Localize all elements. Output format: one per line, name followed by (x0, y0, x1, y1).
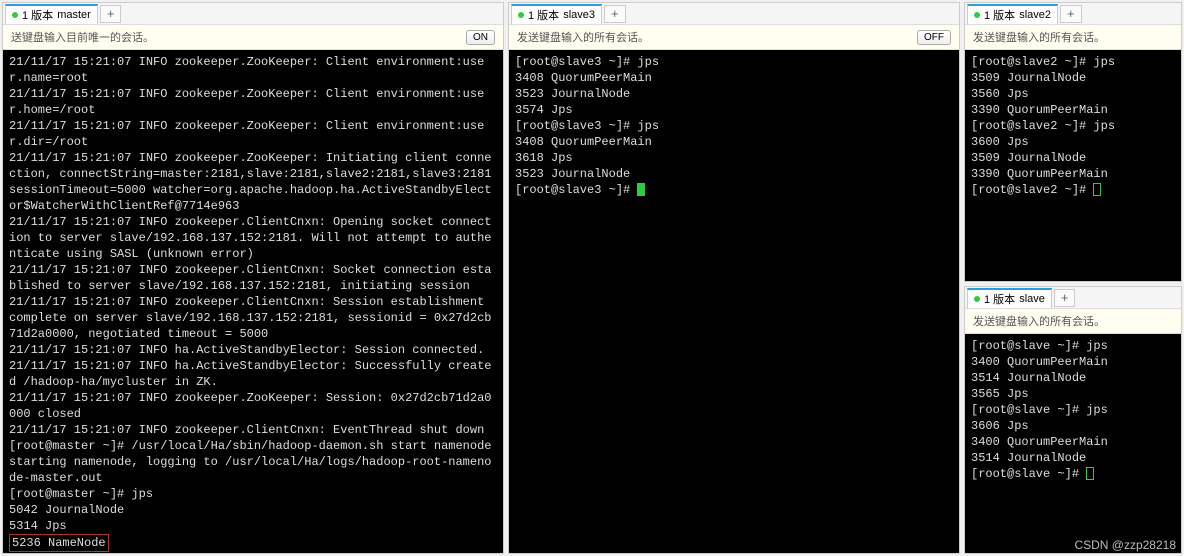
terminal-master[interactable]: 21/11/17 15:21:07 INFO zookeeper.ZooKeep… (3, 50, 503, 553)
terminal-line: 5042 JournalNode (9, 502, 497, 518)
pane-master: 1 版本 master + 送键盘输入目前唯一的会话。 ON 21/11/17 1… (2, 2, 504, 554)
tab-host: slave2 (1019, 9, 1051, 21)
terminal-line: 3514 JournalNode (971, 370, 1175, 386)
terminal-line: 21/11/17 15:21:07 INFO zookeeper.ClientC… (9, 262, 497, 294)
terminal-line: 21/11/17 15:21:07 INFO zookeeper.ClientC… (9, 294, 497, 342)
info-text: 发送键盘输入的所有会话。 (517, 29, 649, 45)
info-bar-slave: 发送键盘输入的所有会话。 (965, 309, 1181, 334)
tab-master[interactable]: 1 版本 master (5, 4, 98, 24)
tab-prefix: 1 版本 (22, 7, 53, 23)
terminal-line: 21/11/17 15:21:07 INFO zookeeper.ClientC… (9, 214, 497, 262)
terminal-line: 21/11/17 15:21:07 INFO zookeeper.ZooKeep… (9, 390, 497, 422)
status-dot-icon (974, 12, 980, 18)
terminal-line: [root@slave2 ~]# jps (971, 54, 1175, 70)
terminal-line: [root@master ~]# /usr/local/Ha/sbin/hado… (9, 438, 497, 454)
terminal-line: 3400 QuorumPeerMain (971, 434, 1175, 450)
terminal-line: 21/11/17 15:21:07 INFO zookeeper.ZooKeep… (9, 86, 497, 118)
terminal-line: 3523 JournalNode (515, 86, 953, 102)
tabbar-slave2: 1 版本 slave2 + (965, 3, 1181, 25)
terminal-line: 3523 JournalNode (515, 166, 953, 182)
pane-slave2: 1 版本 slave2 + 发送键盘输入的所有会话。 [root@slave2 ~… (964, 2, 1182, 282)
toggle-button[interactable]: OFF (917, 30, 951, 45)
terminal-line: 3618 Jps (515, 150, 953, 166)
tab-add-button[interactable]: + (100, 5, 122, 23)
cursor-icon (1093, 183, 1101, 196)
terminal-line: 3400 QuorumPeerMain (971, 354, 1175, 370)
tab-host: slave3 (563, 9, 595, 21)
tab-slave3[interactable]: 1 版本 slave3 (511, 4, 602, 24)
terminal-line: 3509 JournalNode (971, 70, 1175, 86)
cursor-icon (1086, 467, 1094, 480)
terminal-slave3[interactable]: [root@slave3 ~]# jps3408 QuorumPeerMain3… (509, 50, 959, 553)
info-text: 发送键盘输入的所有会话。 (973, 313, 1105, 329)
terminal-line: 21/11/17 15:21:07 INFO zookeeper.ZooKeep… (9, 54, 497, 86)
tab-add-button[interactable]: + (604, 5, 626, 23)
pane-slave3: 1 版本 slave3 + 发送键盘输入的所有会话。 OFF [root@slav… (508, 2, 960, 554)
status-dot-icon (12, 12, 18, 18)
terminal-slave[interactable]: [root@slave ~]# jps3400 QuorumPeerMain35… (965, 334, 1181, 553)
terminal-prompt-line: [root@slave ~]# (971, 466, 1175, 482)
tab-slave2[interactable]: 1 版本 slave2 (967, 4, 1058, 24)
terminal-line: 5314 Jps (9, 518, 497, 534)
tab-add-button[interactable]: + (1054, 289, 1076, 307)
terminal-slave2[interactable]: [root@slave2 ~]# jps3509 JournalNode3560… (965, 50, 1181, 281)
terminal-line: 3574 Jps (515, 102, 953, 118)
terminal-line: [root@slave ~]# jps (971, 402, 1175, 418)
terminal-line: 3509 JournalNode (971, 150, 1175, 166)
tab-prefix: 1 版本 (528, 7, 559, 23)
terminal-line: 3390 QuorumPeerMain (971, 166, 1175, 182)
terminal-line: 3390 QuorumPeerMain (971, 102, 1175, 118)
info-text: 发送键盘输入的所有会话。 (973, 29, 1105, 45)
pane-slave: 1 版本 slave + 发送键盘输入的所有会话。 [root@slave ~]#… (964, 286, 1182, 554)
terminal-line: [root@slave2 ~]# jps (971, 118, 1175, 134)
tabbar-master: 1 版本 master + (3, 3, 503, 25)
terminal-line: 21/11/17 15:21:07 INFO ha.ActiveStandbyE… (9, 358, 497, 390)
info-bar-slave2: 发送键盘输入的所有会话。 (965, 25, 1181, 50)
terminal-line: 21/11/17 15:21:07 INFO zookeeper.ClientC… (9, 422, 497, 438)
tab-host: master (57, 9, 91, 21)
status-dot-icon (974, 296, 980, 302)
terminal-line: 4909 QuorumPeerMain (9, 552, 497, 553)
terminal-line: 21/11/17 15:21:07 INFO zookeeper.ZooKeep… (9, 118, 497, 150)
terminal-line: starting namenode, logging to /usr/local… (9, 454, 497, 486)
terminal-line: 3560 Jps (971, 86, 1175, 102)
terminal-line: [root@master ~]# jps (9, 486, 497, 502)
info-bar-slave3: 发送键盘输入的所有会话。 OFF (509, 25, 959, 50)
terminal-line: [root@slave3 ~]# jps (515, 54, 953, 70)
terminal-line: [root@slave3 ~]# jps (515, 118, 953, 134)
terminal-line: 3408 QuorumPeerMain (515, 70, 953, 86)
terminal-line: 3565 Jps (971, 386, 1175, 402)
status-dot-icon (518, 12, 524, 18)
tab-prefix: 1 版本 (984, 7, 1015, 23)
terminal-line: 3600 Jps (971, 134, 1175, 150)
terminal-line: 3514 JournalNode (971, 450, 1175, 466)
terminal-line: [root@slave ~]# jps (971, 338, 1175, 354)
tab-add-button[interactable]: + (1060, 5, 1082, 23)
terminal-line-highlighted: 5236 NameNode (9, 534, 497, 552)
terminal-line: 21/11/17 15:21:07 INFO zookeeper.ZooKeep… (9, 150, 497, 214)
terminal-prompt-line: [root@slave3 ~]# (515, 182, 953, 198)
cursor-icon (637, 183, 645, 196)
terminal-prompt-line: [root@slave2 ~]# (971, 182, 1175, 198)
tab-prefix: 1 版本 (984, 291, 1015, 307)
tab-slave[interactable]: 1 版本 slave (967, 288, 1052, 308)
info-bar-master: 送键盘输入目前唯一的会话。 ON (3, 25, 503, 50)
tabbar-slave: 1 版本 slave + (965, 287, 1181, 309)
toggle-button[interactable]: ON (466, 30, 495, 45)
terminal-line: 3606 Jps (971, 418, 1175, 434)
tabbar-slave3: 1 版本 slave3 + (509, 3, 959, 25)
terminal-line: 3408 QuorumPeerMain (515, 134, 953, 150)
info-text: 送键盘输入目前唯一的会话。 (11, 29, 154, 45)
tab-host: slave (1019, 293, 1045, 305)
terminal-line: 21/11/17 15:21:07 INFO ha.ActiveStandbyE… (9, 342, 497, 358)
